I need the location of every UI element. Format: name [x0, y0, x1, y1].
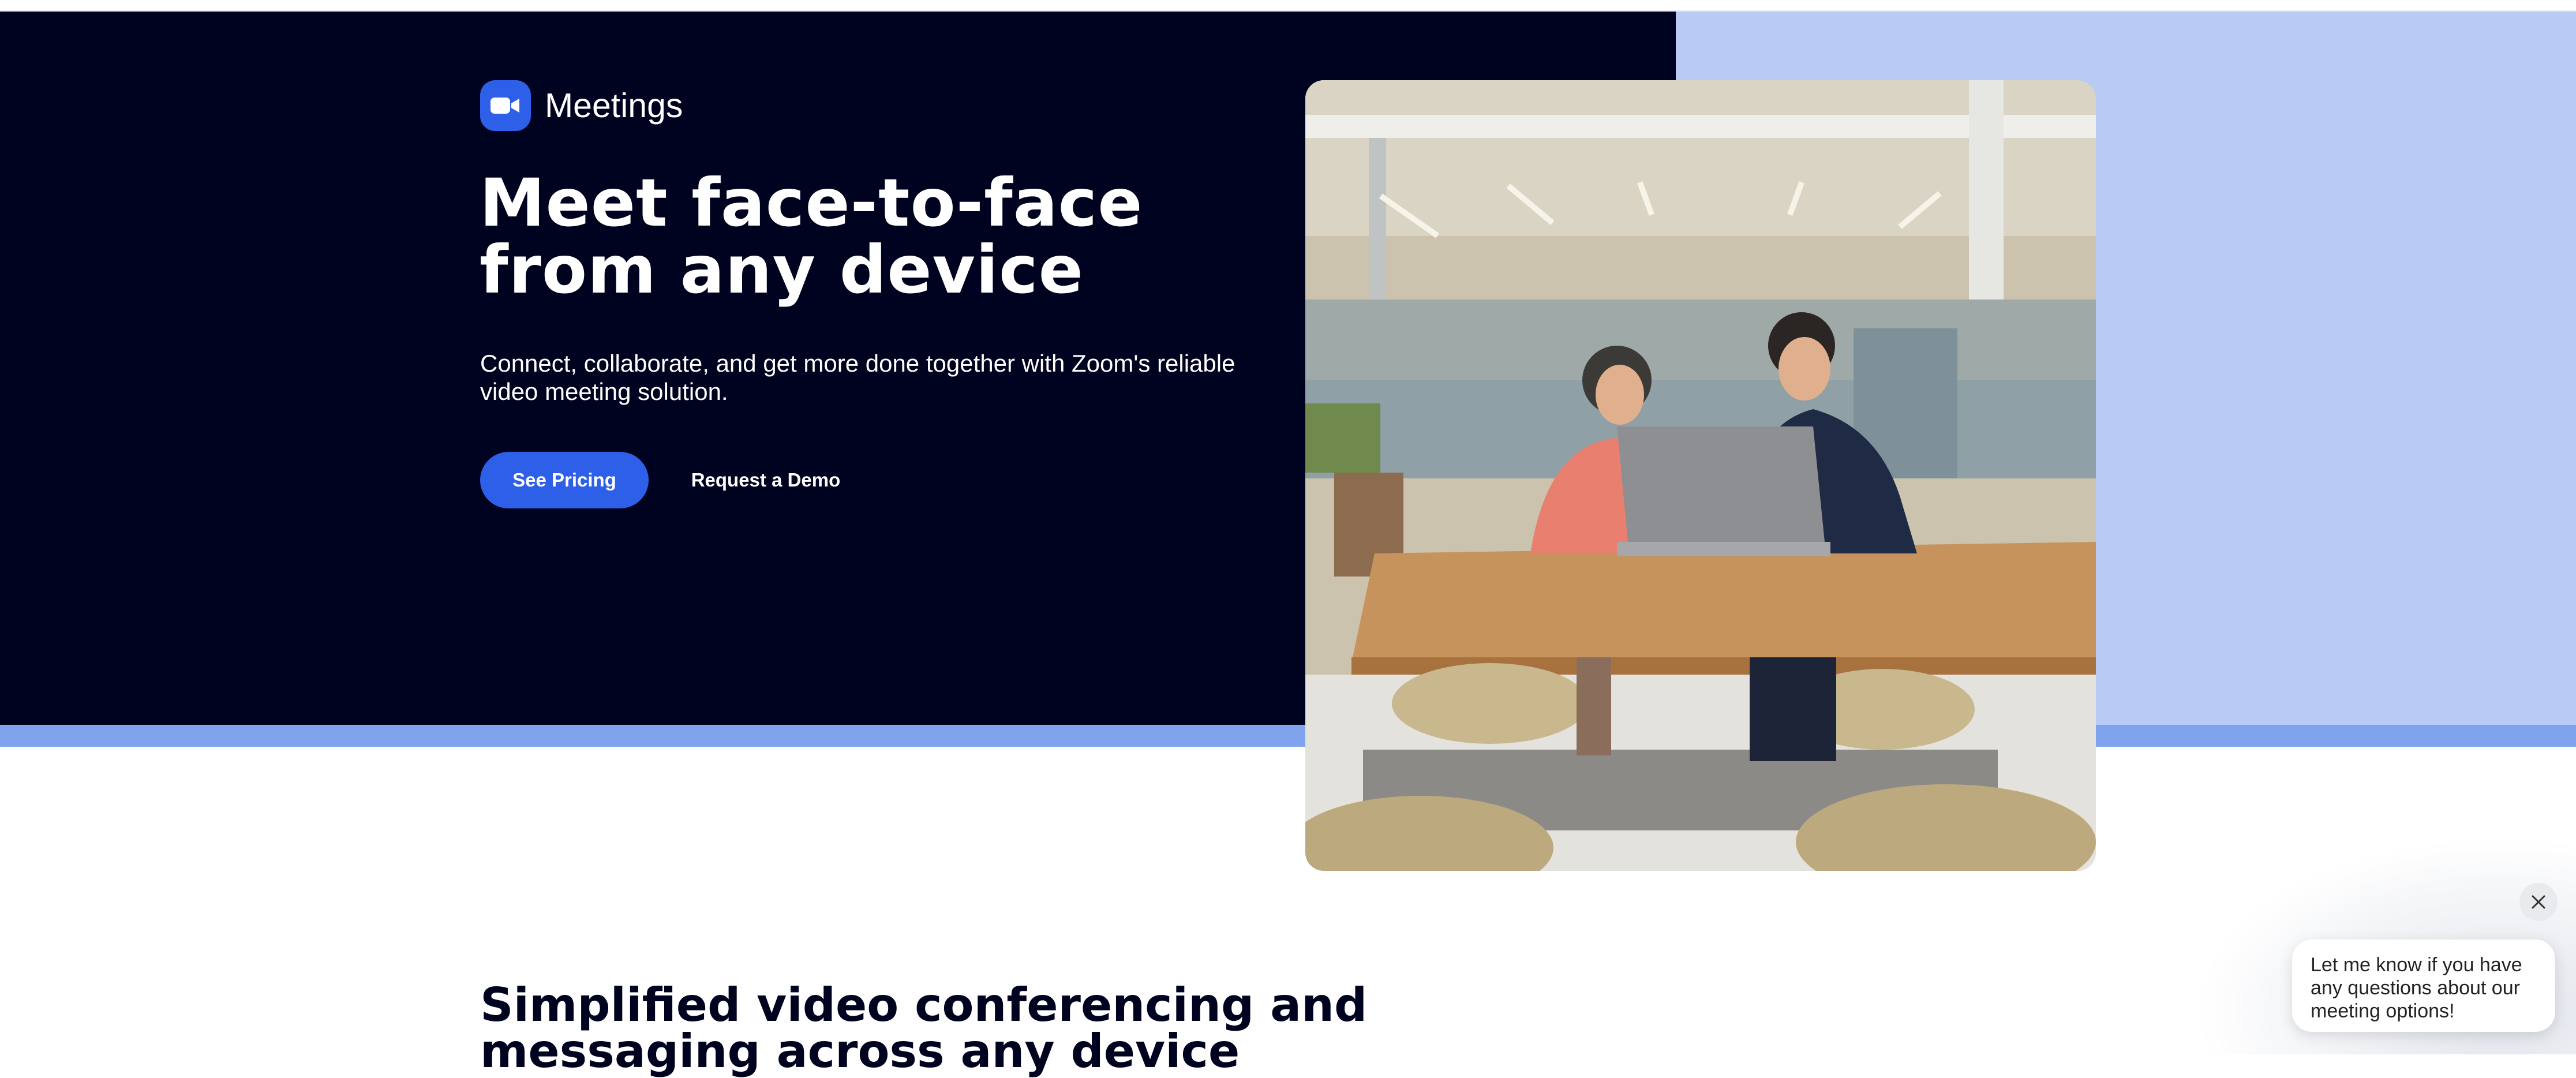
- hero-subtitle: Connect, collaborate, and get more done …: [480, 350, 1235, 405]
- see-pricing-button[interactable]: See Pricing: [480, 452, 649, 508]
- hero-headline: Meet face-to-face from any device: [480, 164, 1143, 308]
- chat-message-bubble[interactable]: Let me know if you have any questions ab…: [2292, 939, 2555, 1032]
- top-bar: [0, 0, 2576, 12]
- section-title: Simplified video conferencing and messag…: [480, 978, 1368, 1078]
- product-name: Meetings: [545, 87, 683, 125]
- hero-photo: [1305, 80, 2096, 871]
- request-demo-link[interactable]: Request a Demo: [684, 452, 847, 508]
- hero-accent-band: [0, 725, 2576, 747]
- video-camera-icon: [480, 80, 531, 131]
- close-icon[interactable]: [2519, 883, 2558, 921]
